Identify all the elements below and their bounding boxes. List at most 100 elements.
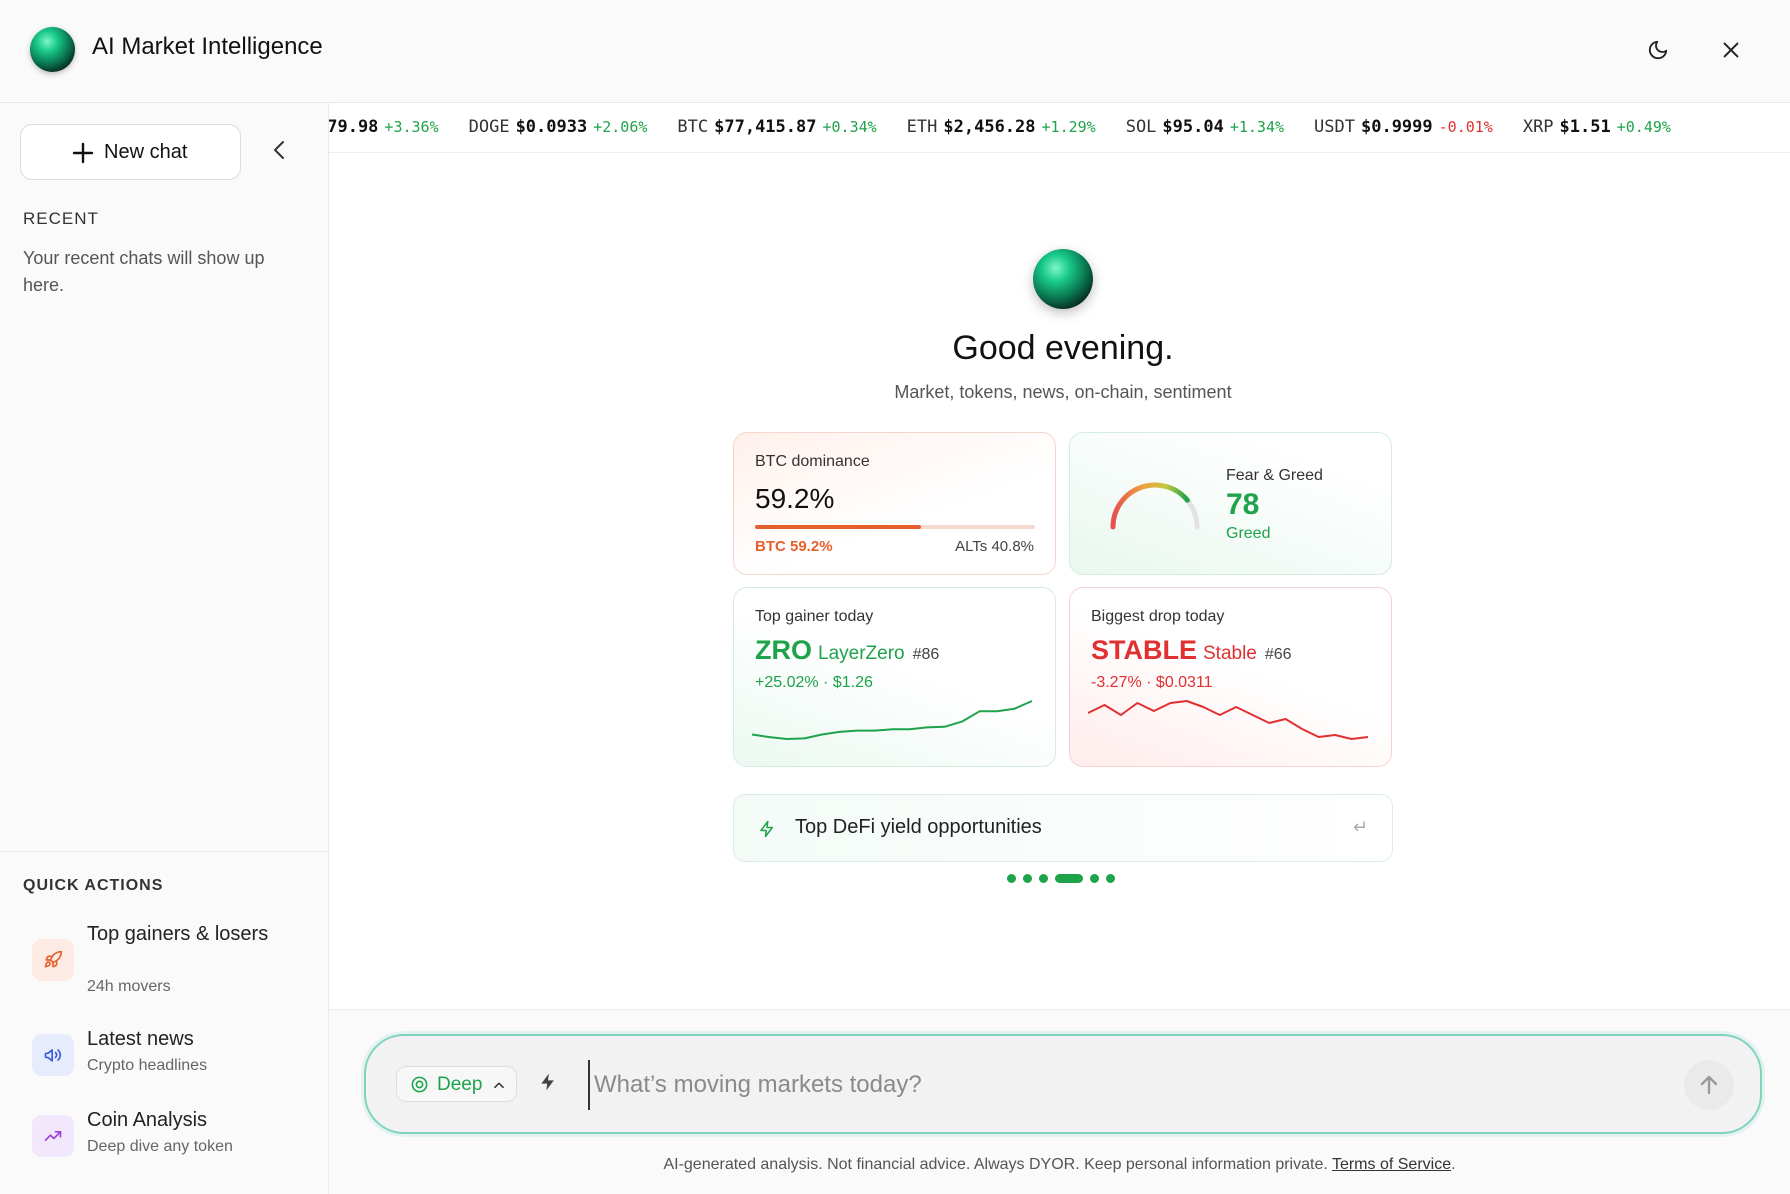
- carousel-dot[interactable]: [1090, 874, 1099, 883]
- gauge-track: [1110, 482, 1200, 530]
- drop-sparkline: [1088, 700, 1369, 740]
- ticker-item[interactable]: SOL $95.04 +1.34%: [1126, 117, 1284, 137]
- ticker-price: $79.98: [329, 117, 379, 137]
- disclaimer-suffix: .: [1451, 1156, 1456, 1173]
- target-icon: [411, 1076, 428, 1093]
- carousel-dot[interactable]: [1007, 874, 1016, 883]
- app-title: AI Market Intelligence: [92, 33, 323, 60]
- prompt-input[interactable]: [588, 1060, 1588, 1110]
- ticker-item[interactable]: DOGE $0.0933 +2.06%: [469, 117, 648, 137]
- ticker-track: $79.98 +3.36% DOGE$0.0933 +2.06% BTC$77,415.…: [329, 117, 1701, 137]
- token-rank: #86: [912, 646, 940, 663]
- ticker-change: +1.34%: [1229, 118, 1285, 136]
- app-header: AI Market Intelligence: [0, 0, 1790, 103]
- top-gainer-card[interactable]: Top gainer today ZRO LayerZero #86 +25.02%…: [733, 587, 1056, 767]
- dominance-alts-label: ALTs 40.8%: [955, 538, 1034, 555]
- greeting-subtitle: Market, tokens, news, on-chain, sentimen…: [894, 382, 1232, 402]
- gainer-sparkline: [752, 700, 1033, 740]
- token-name: Stable: [1203, 643, 1257, 664]
- btc-dominance-card[interactable]: BTC dominance 59.2% BTC 59.2% ALTs 40.8%: [733, 432, 1056, 575]
- ticker-price: $1.51: [1559, 117, 1611, 137]
- theme-toggle-button[interactable]: [1638, 30, 1678, 70]
- close-button[interactable]: [1711, 30, 1751, 70]
- ticker-price: $0.0933: [515, 117, 588, 137]
- greeting: Good evening.: [952, 329, 1174, 367]
- token-stat: +25.02% · $1.26: [755, 674, 873, 691]
- sparkline-line: [1088, 700, 1369, 740]
- price-ticker: $79.98 +3.36% DOGE$0.0933 +2.06% BTC$77,415.…: [329, 103, 1790, 153]
- ticker-change: +0.34%: [822, 118, 877, 136]
- quick-actions-heading: QUICK ACTIONS: [23, 877, 164, 894]
- fear-greed-card[interactable]: Fear & Greed 78 Greed: [1069, 432, 1392, 575]
- collapse-sidebar-button[interactable]: [268, 138, 292, 162]
- rocket-icon: [32, 939, 74, 981]
- quick-action-title: Coin Analysis: [87, 1109, 208, 1131]
- composer: Deep: [364, 1034, 1762, 1134]
- carousel-dot[interactable]: [1023, 874, 1032, 883]
- fear-greed-value: 78: [1226, 488, 1260, 521]
- disclaimer-text: AI-generated analysis. Not financial adv…: [663, 1156, 1328, 1173]
- ticker-change: +1.29%: [1041, 118, 1096, 136]
- token-symbol: STABLE: [1091, 635, 1197, 665]
- moon-icon: [1648, 40, 1668, 60]
- mode-selector-button[interactable]: Deep: [396, 1066, 517, 1102]
- sparkline-line: [752, 700, 1033, 740]
- gauge-value-arc: [1110, 482, 1190, 530]
- ticker-item[interactable]: XRP $1.51 +0.49%: [1523, 117, 1671, 137]
- token-name: LayerZero: [818, 643, 905, 664]
- ticker-change: +3.36%: [384, 118, 439, 136]
- card-label: Fear & Greed: [1226, 467, 1323, 484]
- suggestion-text: Top DeFi yield opportunities: [795, 816, 1042, 838]
- quick-action-title: Top gainers & losers: [87, 923, 269, 945]
- ticker-symbol: XRP: [1522, 117, 1554, 137]
- suggestion-prompt[interactable]: Top DeFi yield opportunities ↵: [733, 794, 1393, 862]
- quick-mode-bolt-icon[interactable]: [538, 1069, 558, 1095]
- ticker-item[interactable]: BTC $77,415.87 +0.34%: [677, 117, 876, 137]
- ticker-item[interactable]: ETH $2,456.28 +1.29%: [907, 117, 1096, 137]
- quick-action-coin-analysis[interactable]: Coin Analysis Deep dive any token: [20, 1107, 310, 1167]
- send-button[interactable]: [1684, 1060, 1734, 1110]
- quick-actions-divider: [0, 851, 329, 852]
- close-icon: [1723, 42, 1739, 58]
- enter-icon: ↵: [1352, 817, 1368, 837]
- ticker-price: $77,415.87: [714, 117, 817, 137]
- ticker-price: $95.04: [1162, 117, 1224, 137]
- carousel-dot[interactable]: [1055, 874, 1083, 883]
- hero-logo: [1033, 249, 1093, 309]
- carousel-dot[interactable]: [1106, 874, 1115, 883]
- card-label: Biggest drop today: [1091, 608, 1225, 625]
- quick-action-latest-news[interactable]: Latest news Crypto headlines: [20, 1026, 310, 1086]
- dominance-btc-label: BTC 59.2%: [755, 538, 833, 555]
- chevron-left-icon: [274, 141, 284, 159]
- ticker-price: $2,456.28: [943, 117, 1036, 137]
- quick-action-subtitle: 24h movers: [87, 978, 171, 995]
- ticker-item[interactable]: USDT $0.9999 -0.01%: [1314, 117, 1493, 137]
- ticker-symbol: SOL: [1125, 117, 1157, 137]
- quick-action-subtitle: Crypto headlines: [87, 1057, 208, 1074]
- mode-label: Deep: [437, 1074, 483, 1095]
- quick-action-title: Latest news: [87, 1028, 194, 1050]
- quick-action-subtitle: Deep dive any token: [87, 1138, 233, 1155]
- fear-greed-gauge: [1110, 482, 1200, 530]
- biggest-drop-card[interactable]: Biggest drop today STABLE Stable #66 -3.27…: [1069, 587, 1392, 767]
- token-row: STABLE Stable #66: [1091, 635, 1292, 666]
- megaphone-icon: [32, 1034, 74, 1076]
- token-symbol: ZRO: [755, 635, 812, 665]
- card-label: Top gainer today: [755, 608, 874, 625]
- ticker-change: +0.49%: [1616, 118, 1671, 136]
- plus-icon: [72, 142, 94, 164]
- carousel-dot[interactable]: [1039, 874, 1048, 883]
- new-chat-button[interactable]: New chat: [20, 124, 241, 180]
- new-chat-label: New chat: [104, 141, 188, 163]
- terms-of-service-link[interactable]: Terms of Service: [1332, 1156, 1451, 1173]
- trending-up-icon: [32, 1115, 74, 1157]
- ticker-symbol: USDT: [1314, 117, 1355, 137]
- fear-greed-classification: Greed: [1226, 525, 1271, 542]
- ticker-item[interactable]: $79.98 +3.36%: [329, 117, 439, 137]
- quick-action-top-gainers[interactable]: Top gainers & losers 24h movers: [20, 921, 310, 1011]
- bolt-icon: [760, 820, 773, 838]
- card-label: BTC dominance: [755, 453, 870, 470]
- arrow-up-icon: [1700, 1075, 1718, 1095]
- dominance-bar: [755, 525, 1035, 529]
- ticker-change: -0.01%: [1438, 118, 1493, 136]
